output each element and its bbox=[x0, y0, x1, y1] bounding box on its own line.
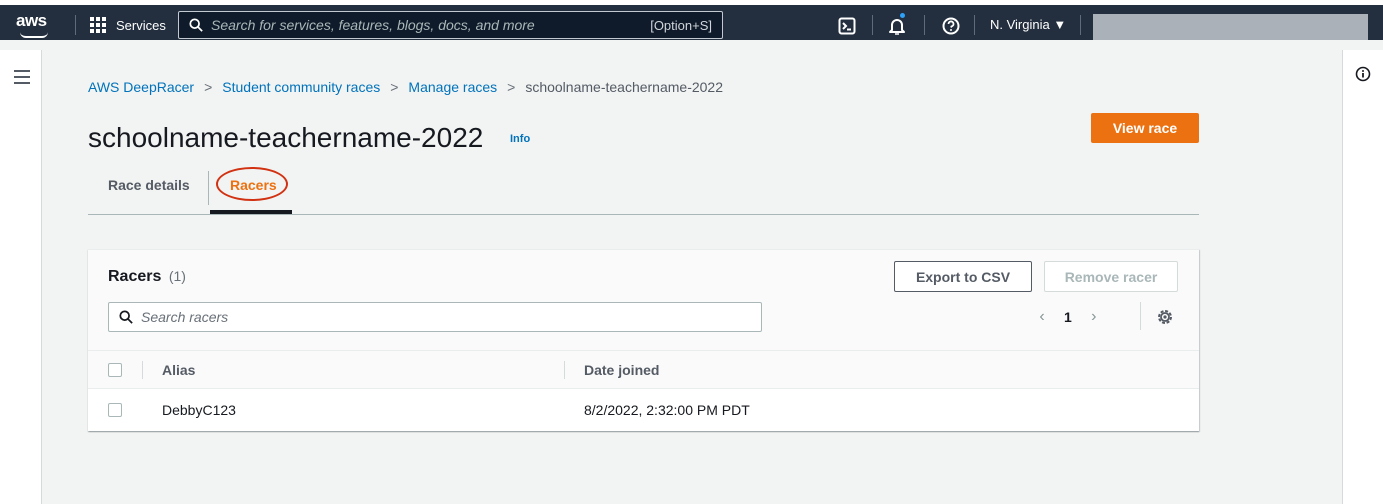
tab-divider bbox=[208, 171, 209, 205]
chevron-right-icon[interactable]: › bbox=[1086, 308, 1102, 326]
hamburger-menu-icon[interactable] bbox=[14, 70, 30, 84]
info-circle-icon[interactable] bbox=[1355, 66, 1371, 82]
column-divider bbox=[564, 361, 565, 379]
table-row[interactable]: DebbyC123 8/2/2022, 2:32:00 PM PDT bbox=[88, 389, 1199, 431]
breadcrumb-link-student-races[interactable]: Student community races bbox=[222, 79, 380, 95]
info-link[interactable]: Info bbox=[510, 133, 530, 145]
aws-smile-icon bbox=[20, 32, 48, 38]
racers-search-box[interactable] bbox=[108, 302, 762, 332]
page-title: schoolname-teachername-2022 bbox=[88, 122, 484, 153]
chevron-right-icon: > bbox=[390, 79, 399, 95]
select-all-checkbox[interactable] bbox=[108, 363, 122, 377]
services-menu-button[interactable]: Services bbox=[90, 15, 166, 35]
pagination: ‹ 1 › bbox=[1034, 306, 1102, 328]
nav-divider bbox=[974, 15, 975, 35]
nav-divider bbox=[75, 15, 76, 35]
region-selector[interactable]: N. Virginia ▼ bbox=[990, 17, 1066, 32]
racers-table-header: Racers (1) Export to CSV Remove racer ‹ … bbox=[88, 250, 1199, 351]
pager-divider bbox=[1140, 302, 1141, 330]
global-search-box[interactable]: [Option+S] bbox=[178, 11, 723, 39]
racers-count: (1) bbox=[168, 268, 186, 284]
nav-divider bbox=[1080, 15, 1081, 35]
active-tab-indicator bbox=[210, 210, 292, 214]
aws-logo[interactable]: aws bbox=[16, 11, 56, 39]
column-header-alias[interactable]: Alias bbox=[162, 362, 195, 378]
grid-icon bbox=[90, 17, 108, 33]
racers-table-container: Racers (1) Export to CSV Remove racer ‹ … bbox=[88, 249, 1199, 431]
racers-heading-label: Racers bbox=[108, 268, 162, 285]
table-header-row: Alias Date joined bbox=[88, 351, 1199, 389]
racers-search-input[interactable] bbox=[141, 309, 751, 325]
column-divider bbox=[142, 361, 143, 379]
tab-racers[interactable]: Racers bbox=[230, 177, 277, 193]
breadcrumb-current: schoolname-teachername-2022 bbox=[525, 79, 724, 95]
top-navigation-bar: aws Services [Option+S] N. Virginia ▼ bbox=[0, 0, 1383, 40]
cell-alias: DebbyC123 bbox=[162, 402, 236, 418]
global-search-input[interactable] bbox=[211, 17, 651, 33]
page-number-button[interactable]: 1 bbox=[1064, 309, 1072, 325]
column-header-date-joined[interactable]: Date joined bbox=[584, 362, 659, 378]
nav-divider bbox=[872, 15, 873, 35]
row-select-checkbox[interactable] bbox=[108, 403, 122, 417]
cell-date-joined: 8/2/2022, 2:32:00 PM PDT bbox=[584, 402, 750, 418]
chevron-left-icon[interactable]: ‹ bbox=[1034, 308, 1050, 326]
tab-bar: Race details Racers bbox=[88, 163, 1199, 215]
racers-heading: Racers (1) bbox=[108, 268, 186, 286]
chevron-right-icon: > bbox=[204, 79, 213, 95]
breadcrumb-link-manage-races[interactable]: Manage races bbox=[408, 79, 497, 95]
breadcrumb: AWS DeepRacer > Student community races … bbox=[88, 79, 723, 95]
notification-dot bbox=[900, 13, 905, 18]
cloudshell-icon[interactable] bbox=[836, 15, 858, 37]
export-to-csv-button[interactable]: Export to CSV bbox=[894, 261, 1032, 292]
tab-race-details[interactable]: Race details bbox=[108, 177, 190, 193]
help-icon[interactable] bbox=[940, 15, 962, 37]
breadcrumb-link-deepracer[interactable]: AWS DeepRacer bbox=[88, 79, 194, 95]
account-menu-redacted[interactable] bbox=[1093, 14, 1368, 40]
remove-racer-button[interactable]: Remove racer bbox=[1044, 261, 1178, 292]
search-icon bbox=[189, 18, 203, 32]
aws-logo-text: aws bbox=[16, 11, 47, 30]
gear-icon[interactable] bbox=[1156, 308, 1174, 326]
notifications-bell-icon[interactable] bbox=[886, 13, 908, 37]
nav-divider bbox=[924, 15, 925, 35]
view-race-button[interactable]: View race bbox=[1091, 113, 1199, 143]
tools-panel-collapsed bbox=[1342, 50, 1383, 504]
search-shortcut-hint: [Option+S] bbox=[650, 17, 712, 33]
services-label: Services bbox=[116, 17, 166, 33]
chevron-right-icon: > bbox=[507, 79, 516, 95]
search-icon bbox=[119, 310, 133, 324]
side-navigation-collapsed bbox=[0, 50, 42, 504]
